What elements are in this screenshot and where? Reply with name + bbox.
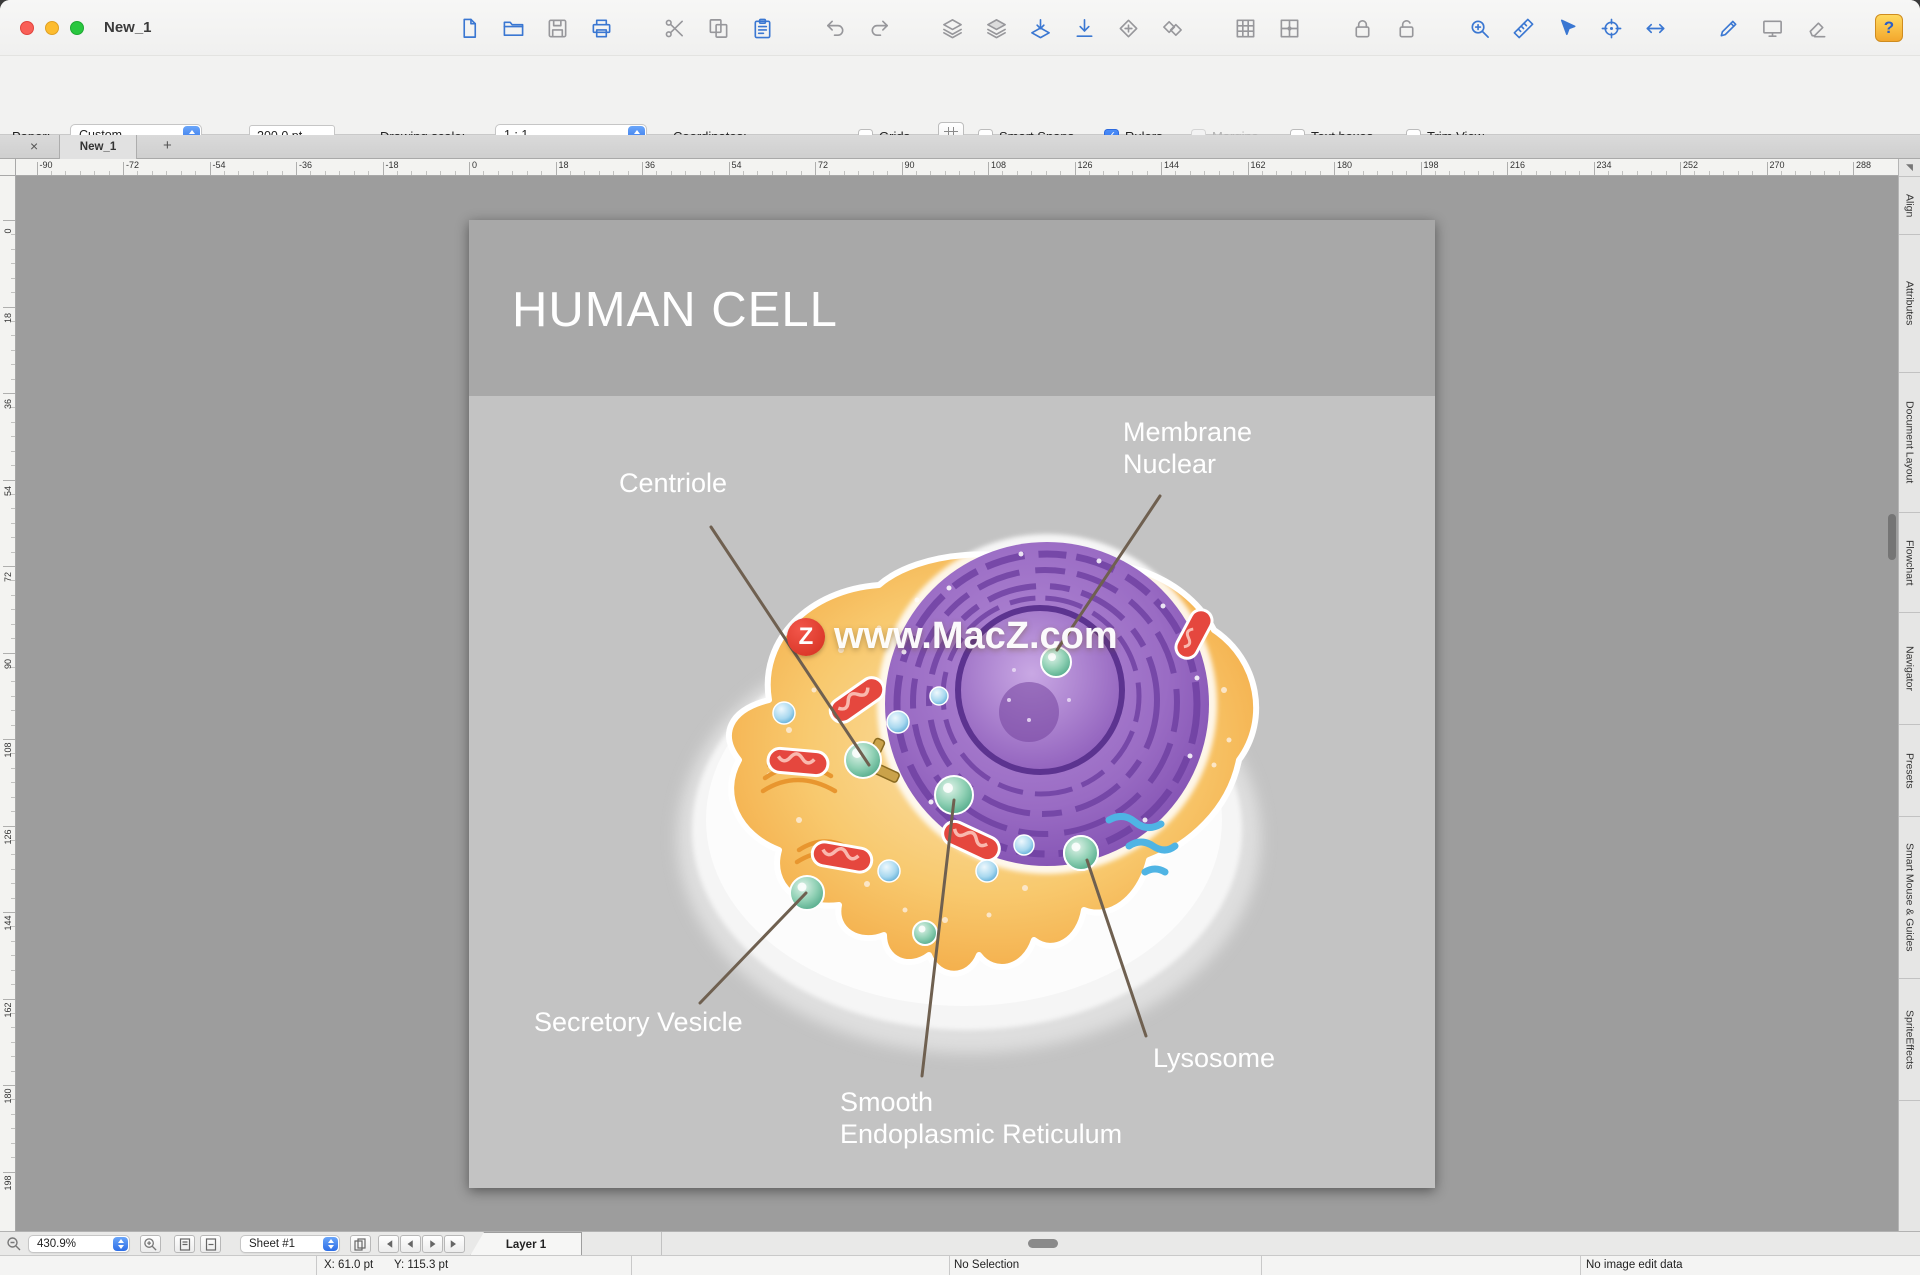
status-bar: X: 61.0 pt Y: 115.3 pt No Selection No i… (0, 1255, 1920, 1275)
grid-icon[interactable] (1231, 14, 1259, 42)
right-sidebar: ◥ AlignAttributesDocument LayoutFlowchar… (1898, 159, 1920, 1231)
selection-status: No Selection (954, 1259, 1019, 1271)
print-icon[interactable] (587, 14, 615, 42)
titlebar: New_1 ? (0, 0, 1920, 56)
ruler-corner (0, 159, 16, 176)
traffic-lights (20, 21, 84, 35)
edit-pencil-icon[interactable] (1714, 14, 1742, 42)
move-backward-icon[interactable] (1026, 14, 1054, 42)
divider (631, 1256, 632, 1275)
watermark-text: www.MacZ.com (834, 615, 1118, 658)
label-lysosome[interactable]: Lysosome (1153, 1042, 1275, 1074)
label-secretory-vesicle[interactable]: Secretory Vesicle (534, 1006, 743, 1038)
sidebar-tab-spriteeffects[interactable]: SpriteEffects (1899, 979, 1920, 1101)
sidebar-handle-icon[interactable]: ◥ (1899, 159, 1920, 177)
zoom-tool-icon[interactable] (1465, 14, 1493, 42)
close-button[interactable] (20, 21, 34, 35)
resize-horizontal-icon[interactable] (1641, 14, 1669, 42)
divider (316, 1256, 317, 1275)
image-edit-status: No image edit data (1586, 1259, 1683, 1271)
sidebar-tab-document-layout[interactable]: Document Layout (1899, 373, 1920, 513)
cell-illustration (469, 220, 1435, 1188)
horizontal-scrollbar[interactable] (1028, 1239, 1058, 1248)
group-icon[interactable] (1114, 14, 1142, 42)
cut-icon[interactable] (660, 14, 688, 42)
tab-close-icon[interactable]: × (30, 138, 38, 154)
divider (661, 1232, 662, 1256)
divider (949, 1256, 950, 1275)
scope-icon[interactable] (1597, 14, 1625, 42)
tab-add-icon[interactable]: + (163, 137, 172, 154)
vertical-ruler: 01836547290108126144162180198 (0, 176, 16, 1231)
sidebar-tab-navigator[interactable]: Navigator (1899, 613, 1920, 725)
duplicate-sheet-button[interactable] (350, 1235, 371, 1253)
zoom-level-select[interactable]: 430.9% (28, 1235, 130, 1253)
zoom-window-button[interactable] (70, 21, 84, 35)
options-bar: Paper: Custom ↔ 200.0 pt Drawing scale: … (0, 56, 1920, 135)
redo-icon[interactable] (865, 14, 893, 42)
lock-icon[interactable] (1348, 14, 1376, 42)
pointer-tool-icon[interactable] (1553, 14, 1581, 42)
previous-sheet-button[interactable] (400, 1235, 421, 1253)
divider (1261, 1256, 1262, 1275)
ungroup-icon[interactable] (1158, 14, 1186, 42)
display-icon[interactable] (1758, 14, 1786, 42)
toolbar: ? (455, 14, 1903, 42)
tab-bar: × New_1 + (0, 135, 1920, 159)
first-sheet-button[interactable] (378, 1235, 399, 1253)
move-down-icon[interactable] (1070, 14, 1098, 42)
layer-tab[interactable]: Layer 1 (470, 1232, 582, 1256)
sidebar-tab-flowchart[interactable]: Flowchart (1899, 513, 1920, 613)
sidebar-tab-attributes[interactable]: Attributes (1899, 235, 1920, 373)
label-smooth-er[interactable]: Smooth Endoplasmic Reticulum (840, 1086, 1122, 1151)
new-document-icon[interactable] (455, 14, 483, 42)
app-window: New_1 ? Paper: Custom ↔ 200.0 pt Drawing… (0, 0, 1920, 1275)
stepper-icon (113, 1237, 128, 1251)
help-icon[interactable]: ? (1875, 14, 1903, 42)
next-sheet-button[interactable] (422, 1235, 443, 1253)
horizontal-ruler: -90-72-54-36-180183654729010812614416218… (16, 159, 1898, 176)
delete-sheet-button[interactable] (200, 1235, 221, 1253)
bottom-bar: 430.9% Sheet #1 Layer 1 (0, 1231, 1920, 1255)
copy-icon[interactable] (704, 14, 732, 42)
label-membrane-nuclear[interactable]: Membrane Nuclear (1123, 416, 1252, 481)
watermark: Z www.MacZ.com (787, 615, 1118, 658)
sidebar-tab-align[interactable]: Align (1899, 177, 1920, 235)
cursor-y-readout: Y: 115.3 pt (394, 1259, 448, 1271)
send-back-icon[interactable] (982, 14, 1010, 42)
unlock-icon[interactable] (1392, 14, 1420, 42)
sidebar-tab-presets[interactable]: Presets (1899, 725, 1920, 817)
document-page[interactable]: HUMAN CELL (469, 220, 1435, 1188)
label-centriole[interactable]: Centriole (619, 467, 727, 499)
undo-icon[interactable] (821, 14, 849, 42)
save-icon[interactable] (543, 14, 571, 42)
ruler-tool-icon[interactable] (1509, 14, 1537, 42)
eraser-icon[interactable] (1802, 14, 1830, 42)
sheet-select[interactable]: Sheet #1 (240, 1235, 340, 1253)
canvas[interactable]: HUMAN CELL (16, 176, 1898, 1231)
paste-icon[interactable] (748, 14, 776, 42)
vertical-scrollbar[interactable] (1888, 514, 1896, 560)
sidebar-tab-smart-mouse-guides[interactable]: Smart Mouse & Guides (1899, 817, 1920, 979)
new-sheet-button[interactable] (174, 1235, 195, 1253)
bring-front-icon[interactable] (938, 14, 966, 42)
divider (1580, 1256, 1581, 1275)
stepper-icon (323, 1237, 338, 1251)
zoom-in-button[interactable] (140, 1235, 161, 1253)
cursor-x-readout: X: 61.0 pt (324, 1259, 373, 1271)
grid-snap-icon[interactable] (1275, 14, 1303, 42)
macz-logo: Z (787, 618, 825, 656)
tab-new-1[interactable]: New_1 (59, 135, 137, 159)
minimize-button[interactable] (45, 21, 59, 35)
last-sheet-button[interactable] (444, 1235, 465, 1253)
zoom-out-icon[interactable] (5, 1235, 23, 1253)
window-title: New_1 (104, 19, 152, 36)
open-folder-icon[interactable] (499, 14, 527, 42)
